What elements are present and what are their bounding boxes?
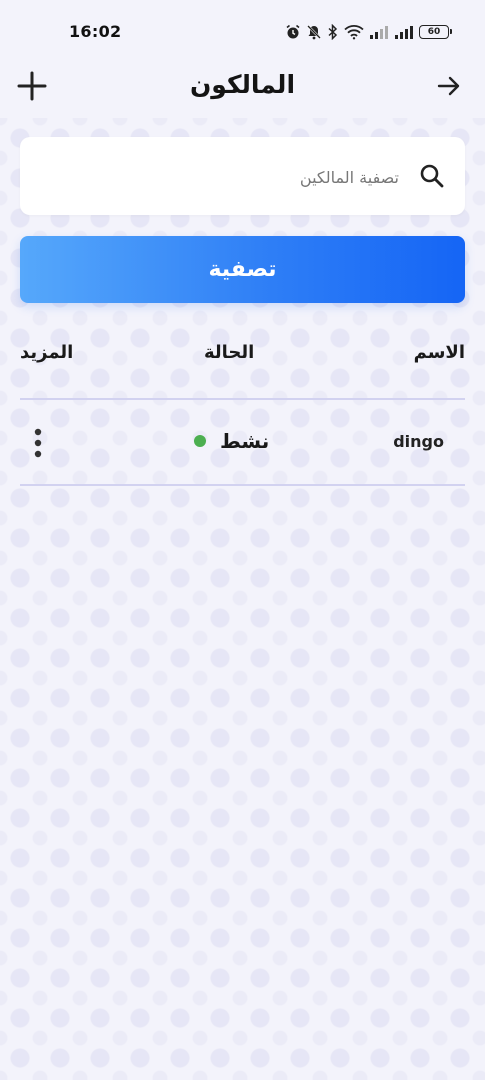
owner-name: dingo (393, 432, 444, 451)
column-header-more: المزيد (20, 342, 74, 363)
owner-status: نشط (194, 429, 269, 453)
app-header: المالكون (0, 62, 485, 118)
battery-level: 60 (427, 27, 441, 37)
battery-icon: 60 (419, 25, 452, 39)
search-box (20, 137, 465, 215)
alarm-icon (285, 24, 301, 40)
table-header: الاسم الحالة المزيد (20, 338, 465, 374)
status-icons: 60 (285, 22, 452, 42)
signal-icon (369, 25, 389, 39)
more-options-button[interactable] (28, 427, 48, 459)
table-header-divider (20, 398, 465, 400)
arrow-right-icon (437, 76, 460, 96)
search-icon (419, 163, 445, 189)
search-input[interactable] (57, 159, 401, 195)
vertical-dots-icon (34, 428, 42, 458)
status-bar: 16:02 60 (0, 0, 485, 62)
table-row[interactable]: dingo نشط (20, 401, 465, 485)
back-button[interactable] (435, 72, 463, 100)
wifi-icon (344, 24, 364, 40)
bluetooth-icon (327, 24, 339, 40)
status-label: نشط (220, 429, 270, 453)
column-header-status: الحالة (204, 342, 255, 363)
table-row-divider (20, 484, 465, 486)
signal-icon-2 (394, 25, 414, 39)
status-time: 16:02 (69, 22, 122, 41)
filter-button[interactable]: تصفية (20, 236, 465, 303)
status-dot-icon (194, 435, 206, 447)
mute-icon (306, 24, 322, 40)
page-title: المالكون (189, 70, 296, 99)
column-header-name: الاسم (413, 342, 465, 363)
